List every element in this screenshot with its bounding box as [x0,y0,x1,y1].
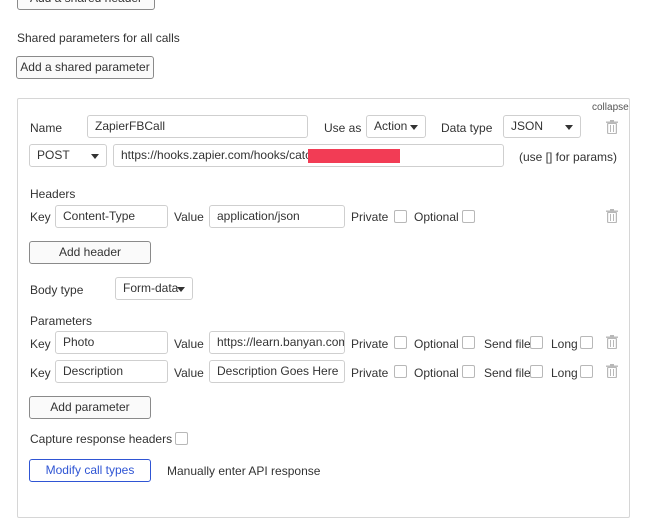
caret-down-icon [565,125,573,130]
use-as-value: Action [374,119,408,133]
header-private-label: Private [351,210,389,224]
url-value: https://hooks.zapier.com/hooks/catch/ [121,148,322,162]
param-key-input[interactable]: Photo [55,331,168,354]
param-key-label: Key [30,366,51,380]
trash-icon[interactable] [606,335,618,349]
data-type-label: Data type [441,121,493,135]
header-value-input[interactable]: application/json [209,205,345,228]
param-key-label: Key [30,337,51,351]
add-header-button[interactable]: Add header [29,241,151,264]
capture-response-headers-label: Capture response headers [30,432,173,446]
add-shared-header-button[interactable]: Add a shared header [17,0,155,10]
add-shared-parameter-button[interactable]: Add a shared parameter [16,56,154,79]
param-send-file-checkbox[interactable] [530,365,543,378]
header-key-input[interactable]: Content-Type [55,205,168,228]
header-private-checkbox[interactable] [394,210,407,223]
param-optional-label: Optional [414,366,459,380]
param-long-label: Long [551,366,578,380]
header-optional-label: Optional [414,210,459,224]
trash-icon[interactable] [606,120,618,134]
name-label: Name [30,121,63,135]
header-key-label: Key [30,210,51,224]
modify-call-types-button[interactable]: Modify call types [29,459,151,482]
param-long-label: Long [551,337,578,351]
body-type-dropdown[interactable]: Form-data [115,277,193,300]
param-value-label: Value [174,366,204,380]
body-type-label: Body type [30,283,84,297]
body-type-value: Form-data [123,281,179,295]
data-type-value: JSON [511,119,544,133]
param-private-label: Private [351,366,389,380]
param-send-file-checkbox[interactable] [530,336,543,349]
shared-parameters-heading: Shared parameters for all calls [17,31,180,45]
caret-down-icon [177,287,185,292]
trash-icon[interactable] [606,364,618,378]
param-long-checkbox[interactable] [580,336,593,349]
param-private-checkbox[interactable] [394,365,407,378]
param-long-checkbox[interactable] [580,365,593,378]
data-type-dropdown[interactable]: JSON [503,115,581,138]
param-send-file-label: Send file [484,366,531,380]
param-private-label: Private [351,337,389,351]
method-value: POST [37,148,70,162]
param-optional-checkbox[interactable] [462,336,475,349]
add-parameter-button[interactable]: Add parameter [29,396,151,419]
redaction-bar [308,149,400,163]
header-optional-checkbox[interactable] [462,210,475,223]
manually-enter-api-response-link[interactable]: Manually enter API response [167,464,320,478]
param-value-label: Value [174,337,204,351]
param-key-input[interactable]: Description [55,360,168,383]
capture-response-headers-checkbox[interactable] [175,432,188,445]
use-as-label: Use as [324,121,362,135]
param-optional-label: Optional [414,337,459,351]
collapse-link[interactable]: collapse [592,101,629,115]
trash-icon[interactable] [606,209,618,223]
param-value-input[interactable]: Description Goes Here [209,360,345,383]
method-dropdown[interactable]: POST [29,144,107,167]
header-value-label: Value [174,210,204,224]
param-send-file-label: Send file [484,337,531,351]
param-private-checkbox[interactable] [394,336,407,349]
parameters-heading: Parameters [30,314,93,328]
headers-heading: Headers [30,187,76,201]
call-name-input[interactable]: ZapierFBCall [87,115,308,138]
caret-down-icon [410,125,418,130]
params-hint: (use [] for params) [519,150,618,164]
param-optional-checkbox[interactable] [462,365,475,378]
param-value-input[interactable]: https://learn.banyan.com/ [209,331,345,354]
caret-down-icon [91,154,99,159]
use-as-dropdown[interactable]: Action [366,115,426,138]
